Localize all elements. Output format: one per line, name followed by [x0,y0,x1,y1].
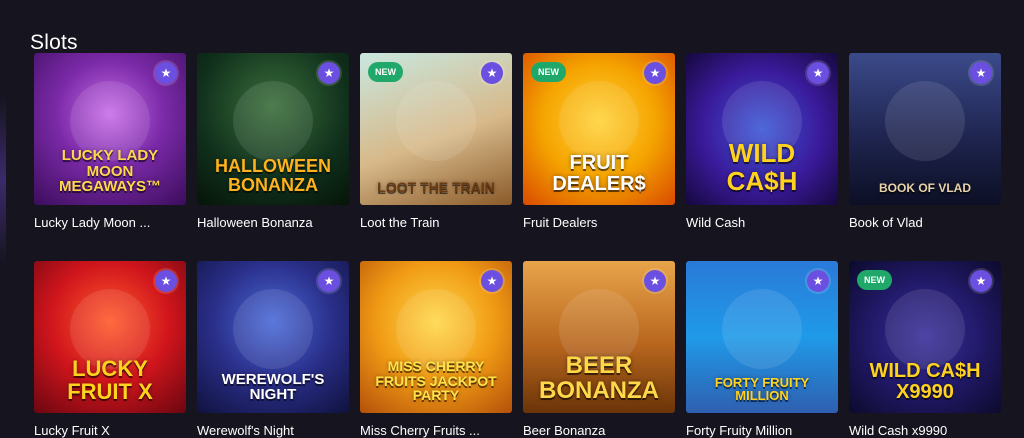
game-card[interactable]: MISS CHERRY FRUITS JACKPOT PARTY ★ Miss Ch… [360,261,512,438]
game-card[interactable]: FORTY FRUITY MILLION ★ Forty Fruity Millio… [686,261,838,438]
new-badge: NEW [531,62,566,82]
favorite-star-icon[interactable]: ★ [644,270,666,292]
game-art-title: Lucky Lady Moon MEGAWAYS™ [59,146,161,196]
favorite-star-icon[interactable]: ★ [970,62,992,84]
game-art-title: HALLOWEEN BONANZA [215,156,331,196]
new-badge: NEW [368,62,403,82]
game-thumbnail[interactable]: Wild CA$H ★ [686,53,838,205]
favorite-star-icon[interactable]: ★ [155,62,177,84]
thumbnail-glow [722,289,802,369]
game-thumbnail[interactable]: FRUIT DEALER$ NEW ★ [523,53,675,205]
game-thumbnail[interactable]: Book of Vlad ★ [849,53,1001,205]
game-art-title: BEER BONANZA [539,351,659,404]
game-thumbnail[interactable]: WEREWOLF'S NIGHT ★ [197,261,349,413]
game-card[interactable]: WEREWOLF'S NIGHT ★ Werewolf's Night [197,261,349,438]
game-art-title: Book of Vlad [879,181,971,196]
games-grid: Lucky Lady Moon MEGAWAYS™ ★ Lucky Lady Moo… [34,53,1001,438]
game-name[interactable]: Loot the Train [360,215,512,230]
game-name[interactable]: Halloween Bonanza [197,215,349,230]
game-thumbnail[interactable]: HALLOWEEN BONANZA ★ [197,53,349,205]
favorite-star-icon[interactable]: ★ [807,62,829,84]
game-thumbnail[interactable]: BEER BONANZA ★ [523,261,675,413]
favorite-star-icon[interactable]: ★ [481,270,503,292]
game-name[interactable]: Lucky Lady Moon ... [34,215,186,230]
thumbnail-glow [885,289,965,369]
game-name[interactable]: Forty Fruity Million [686,423,838,438]
game-card[interactable]: Book of Vlad ★ Book of Vlad [849,53,1001,230]
section-title: Slots [30,31,78,55]
game-card[interactable]: Loot the Train NEW ★ Loot the Train [360,53,512,230]
game-art-title: Wild CA$H [726,138,798,196]
game-name[interactable]: Beer Bonanza [523,423,675,438]
game-thumbnail[interactable]: Loot the Train NEW ★ [360,53,512,205]
game-name[interactable]: Book of Vlad [849,215,1001,230]
thumbnail-glow [885,81,965,161]
game-art-title: WEREWOLF'S NIGHT [221,370,325,404]
game-thumbnail[interactable]: FORTY FRUITY MILLION ★ [686,261,838,413]
game-name[interactable]: Miss Cherry Fruits ... [360,423,512,438]
favorite-star-icon[interactable]: ★ [970,270,992,292]
game-card[interactable]: Wild CA$H x9990 NEW ★ Wild Cash x9990 [849,261,1001,438]
favorite-star-icon[interactable]: ★ [155,270,177,292]
game-card[interactable]: LUCKY FRUIT X ★ Lucky Fruit X [34,261,186,438]
thumbnail-glow [233,289,313,369]
game-art-title: LUCKY FRUIT X [67,355,153,404]
thumbnail-glow [396,289,476,369]
game-name[interactable]: Wild Cash x9990 [849,423,1001,438]
favorite-star-icon[interactable]: ★ [807,270,829,292]
game-card[interactable]: FRUIT DEALER$ NEW ★ Fruit Dealers [523,53,675,230]
game-thumbnail[interactable]: Lucky Lady Moon MEGAWAYS™ ★ [34,53,186,205]
game-name[interactable]: Wild Cash [686,215,838,230]
game-card[interactable]: BEER BONANZA ★ Beer Bonanza [523,261,675,438]
thumbnail-glow [559,81,639,161]
game-thumbnail[interactable]: MISS CHERRY FRUITS JACKPOT PARTY ★ [360,261,512,413]
game-card[interactable]: Wild CA$H ★ Wild Cash [686,53,838,230]
game-name[interactable]: Werewolf's Night [197,423,349,438]
game-art-title: FRUIT DEALER$ [552,152,646,195]
game-thumbnail[interactable]: LUCKY FRUIT X ★ [34,261,186,413]
game-art-title: MISS CHERRY FRUITS JACKPOT PARTY [375,357,497,404]
game-card[interactable]: HALLOWEEN BONANZA ★ Halloween Bonanza [197,53,349,230]
new-badge: NEW [857,270,892,290]
favorite-star-icon[interactable]: ★ [318,270,340,292]
game-art-title: Loot the Train [377,179,495,196]
game-art-title: Wild CA$H x9990 [869,360,981,403]
favorite-star-icon[interactable]: ★ [318,62,340,84]
game-name[interactable]: Lucky Fruit X [34,423,186,438]
favorite-star-icon[interactable]: ★ [481,62,503,84]
favorite-star-icon[interactable]: ★ [644,62,666,84]
thumbnail-glow [396,81,476,161]
thumbnail-glow [233,81,313,161]
game-name[interactable]: Fruit Dealers [523,215,675,230]
left-edge-glow [0,95,6,265]
game-thumbnail[interactable]: Wild CA$H x9990 NEW ★ [849,261,1001,413]
game-card[interactable]: Lucky Lady Moon MEGAWAYS™ ★ Lucky Lady Moo… [34,53,186,230]
game-art-title: FORTY FRUITY MILLION [714,374,810,404]
